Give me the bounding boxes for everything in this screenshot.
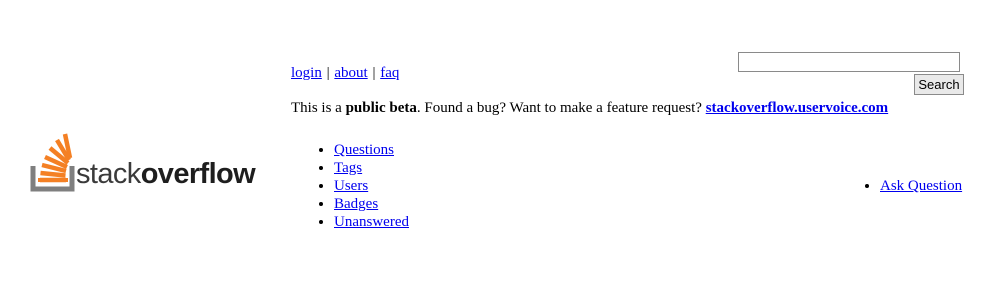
link-separator: | — [326, 65, 330, 81]
stack-icon — [30, 133, 75, 192]
logo-text-light: stack — [76, 158, 141, 190]
logo-wordmark: stackoverflow — [76, 158, 256, 191]
search-input[interactable] — [738, 52, 960, 72]
nav-link-users[interactable]: Users — [334, 178, 368, 194]
top-links: login | about | faq — [291, 65, 399, 82]
beta-notice-emphasis: public beta — [345, 100, 417, 116]
nav-link-unanswered[interactable]: Unanswered — [334, 214, 409, 230]
nav-item-questions: Questions — [334, 141, 409, 159]
beta-notice: This is a public beta. Found a bug? Want… — [291, 100, 888, 117]
uservoice-link[interactable]: stackoverflow.uservoice.com — [706, 100, 888, 116]
beta-notice-prefix: This is a — [291, 100, 346, 116]
nav-item-tags: Tags — [334, 159, 409, 177]
nav-link-tags[interactable]: Tags — [334, 160, 362, 176]
login-link[interactable]: login — [291, 65, 322, 81]
logo-text-bold: overflow — [140, 158, 256, 190]
main-nav: Questions Tags Users Badges Unanswered — [314, 141, 409, 231]
search-button[interactable]: Search — [914, 74, 964, 95]
nav-item-ask: Ask Question — [880, 177, 962, 195]
link-separator: | — [372, 65, 376, 81]
stackoverflow-logo[interactable]: stackoverflow — [30, 128, 272, 192]
ask-nav: Ask Question — [860, 177, 962, 195]
nav-link-badges[interactable]: Badges — [334, 196, 378, 212]
about-link[interactable]: about — [334, 65, 367, 81]
nav-item-unanswered: Unanswered — [334, 213, 409, 231]
nav-link-questions[interactable]: Questions — [334, 142, 394, 158]
nav-item-users: Users — [334, 177, 409, 195]
faq-link[interactable]: faq — [380, 65, 399, 81]
ask-question-link[interactable]: Ask Question — [880, 178, 962, 194]
nav-item-badges: Badges — [334, 195, 409, 213]
beta-notice-middle: . Found a bug? Want to make a feature re… — [416, 100, 706, 116]
